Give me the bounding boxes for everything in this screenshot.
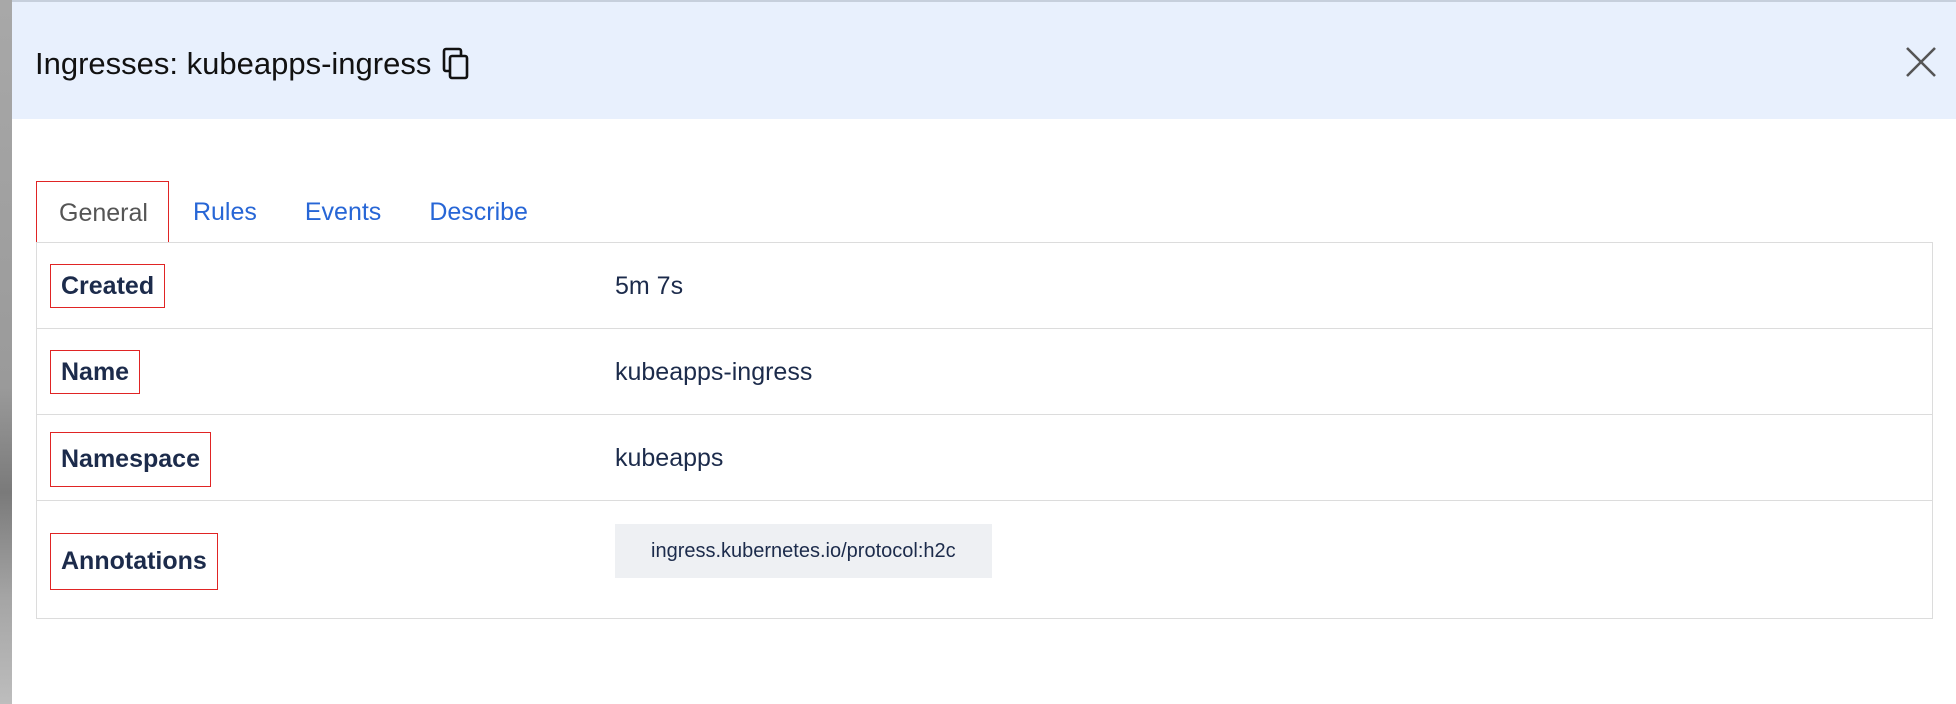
row-key-created: Created — [50, 264, 166, 308]
row-key-name: Name — [50, 350, 141, 394]
tab-describe[interactable]: Describe — [405, 181, 552, 243]
table-row: Name kubeapps-ingress — [37, 329, 1932, 415]
panel-title: Ingresses: kubeapps-ingress — [35, 46, 432, 81]
table-row: Created 5m 7s — [37, 243, 1932, 329]
row-value-created: 5m 7s — [615, 272, 684, 300]
copy-icon[interactable] — [441, 47, 471, 81]
tab-bar: General Rules Events Describe — [36, 181, 552, 243]
tab-events[interactable]: Events — [281, 181, 405, 243]
row-value-name: kubeapps-ingress — [615, 358, 813, 386]
close-icon[interactable] — [1904, 45, 1938, 79]
table-row: Namespace kubeapps — [37, 415, 1932, 501]
row-key-annotations: Annotations — [50, 533, 218, 590]
tab-general[interactable]: General — [36, 181, 169, 243]
panel-header: Ingresses: kubeapps-ingress — [12, 0, 1956, 119]
tab-rules[interactable]: Rules — [169, 181, 281, 243]
details-table: Created 5m 7s Name kubeapps-ingress Name… — [36, 242, 1933, 619]
table-row: Annotations ingress.kubernetes.io/protoc… — [37, 501, 1932, 618]
row-value-namespace: kubeapps — [615, 444, 724, 472]
annotation-tag: ingress.kubernetes.io/protocol:h2c — [615, 524, 992, 578]
title-wrap: Ingresses: kubeapps-ingress — [35, 44, 471, 84]
row-key-namespace: Namespace — [50, 432, 211, 487]
backdrop-edge — [0, 0, 12, 704]
ingress-details-panel: Ingresses: kubeapps-ingress General Rule… — [0, 0, 1956, 704]
